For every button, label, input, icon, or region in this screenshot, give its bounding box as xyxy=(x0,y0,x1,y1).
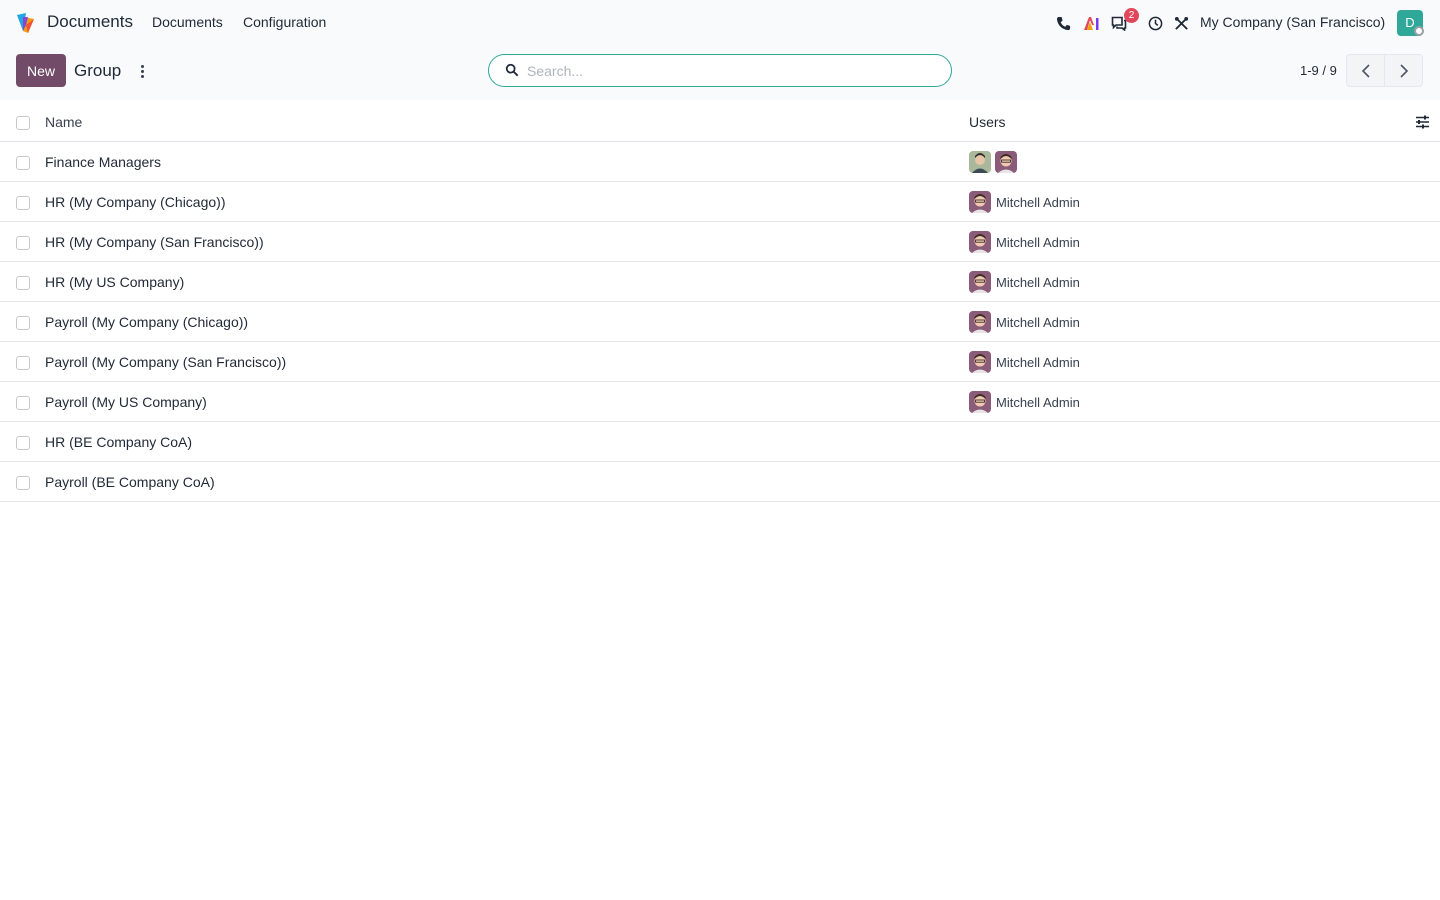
select-all-checkbox[interactable] xyxy=(16,116,30,130)
group-name: Payroll (BE Company CoA) xyxy=(45,474,215,490)
user-name: Mitchell Admin xyxy=(996,194,1080,210)
group-name: HR (BE Company CoA) xyxy=(45,434,193,450)
row-checkbox[interactable] xyxy=(16,356,30,370)
user-name: Mitchell Admin xyxy=(996,274,1080,290)
avatar xyxy=(995,151,1017,173)
user-status-indicator xyxy=(1414,26,1424,36)
ai-icon[interactable] xyxy=(1082,14,1100,32)
app-name[interactable]: Documents xyxy=(47,12,133,32)
table-row[interactable]: Payroll (BE Company CoA) xyxy=(0,462,1440,502)
table-row[interactable]: HR (My US Company) Mitchell Admin xyxy=(0,262,1440,302)
actions-menu-icon[interactable] xyxy=(136,62,148,80)
table-row[interactable]: HR (My Company (San Francisco)) Mitchell… xyxy=(0,222,1440,262)
pager-value[interactable]: 1-9 / 9 xyxy=(1300,63,1337,78)
avatar xyxy=(969,191,991,213)
table-row[interactable]: Finance Managers xyxy=(0,142,1440,182)
users-cell: Mitchell Admin xyxy=(969,191,1080,213)
clock-icon[interactable] xyxy=(1146,14,1164,32)
users-cell xyxy=(969,151,1021,173)
row-checkbox[interactable] xyxy=(16,156,30,170)
users-cell: Mitchell Admin xyxy=(969,391,1080,413)
company-switcher[interactable]: My Company (San Francisco) xyxy=(1200,14,1385,30)
group-name: Payroll (My Company (Chicago)) xyxy=(45,314,249,330)
chevron-right-icon xyxy=(1399,63,1408,78)
control-panel: New Group 1-9 / 9 xyxy=(0,46,1440,100)
users-cell: Mitchell Admin xyxy=(969,271,1080,293)
chat-badge: 2 xyxy=(1124,8,1139,23)
table-row[interactable]: HR (BE Company CoA) xyxy=(0,422,1440,462)
column-header-name[interactable]: Name xyxy=(45,114,82,130)
row-checkbox[interactable] xyxy=(16,476,30,490)
group-name: Finance Managers xyxy=(45,154,161,170)
avatar xyxy=(969,231,991,253)
optional-columns-icon[interactable] xyxy=(1415,115,1430,129)
search-input[interactable] xyxy=(527,61,937,81)
column-header-users[interactable]: Users xyxy=(969,114,1006,130)
breadcrumb: Group xyxy=(74,61,122,80)
menu-documents[interactable]: Documents xyxy=(152,14,223,30)
row-checkbox[interactable] xyxy=(16,316,30,330)
top-navbar: Documents Documents Configuration 2 My C… xyxy=(0,0,1440,46)
table-row[interactable]: HR (My Company (Chicago)) Mitchell Admin xyxy=(0,182,1440,222)
avatar xyxy=(969,351,991,373)
table-row[interactable]: Payroll (My Company (Chicago)) Mitchell … xyxy=(0,302,1440,342)
user-name: Mitchell Admin xyxy=(996,234,1080,250)
group-list: Name Users Finance Managers HR (My Compa… xyxy=(0,102,1440,502)
users-cell: Mitchell Admin xyxy=(969,231,1080,253)
group-name: Payroll (My Company (San Francisco)) xyxy=(45,354,287,370)
new-button[interactable]: New xyxy=(16,54,66,87)
user-name: Mitchell Admin xyxy=(996,314,1080,330)
table-row[interactable]: Payroll (My US Company) Mitchell Admin xyxy=(0,382,1440,422)
group-name: Payroll (My US Company) xyxy=(45,394,207,410)
row-checkbox[interactable] xyxy=(16,436,30,450)
user-name: Mitchell Admin xyxy=(996,394,1080,410)
table-row[interactable]: Payroll (My Company (San Francisco)) Mit… xyxy=(0,342,1440,382)
group-name: HR (My Company (San Francisco)) xyxy=(45,234,264,250)
avatar xyxy=(969,151,991,173)
chevron-left-icon xyxy=(1361,63,1370,78)
tools-icon[interactable] xyxy=(1172,14,1190,32)
avatar xyxy=(969,311,991,333)
users-cell: Mitchell Admin xyxy=(969,351,1080,373)
user-name: Mitchell Admin xyxy=(996,354,1080,370)
pager-next-button[interactable] xyxy=(1384,54,1423,87)
row-checkbox[interactable] xyxy=(16,396,30,410)
search-icon xyxy=(505,63,519,77)
phone-icon[interactable] xyxy=(1054,14,1072,32)
row-checkbox[interactable] xyxy=(16,236,30,250)
group-name: HR (My Company (Chicago)) xyxy=(45,194,226,210)
avatar xyxy=(969,271,991,293)
users-cell: Mitchell Admin xyxy=(969,311,1080,333)
menu-configuration[interactable]: Configuration xyxy=(243,14,326,30)
row-checkbox[interactable] xyxy=(16,196,30,210)
avatar xyxy=(969,391,991,413)
search-bar[interactable] xyxy=(488,54,952,87)
list-header: Name Users xyxy=(0,102,1440,142)
group-name: HR (My US Company) xyxy=(45,274,185,290)
row-checkbox[interactable] xyxy=(16,276,30,290)
pager-previous-button[interactable] xyxy=(1346,54,1385,87)
documents-app-icon[interactable] xyxy=(14,11,38,35)
